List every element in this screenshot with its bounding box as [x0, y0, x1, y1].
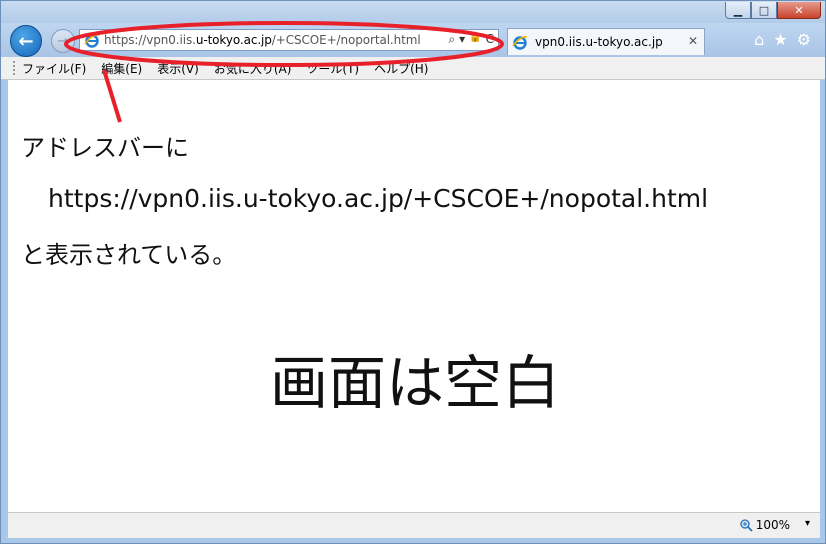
page-content: アドレスバーに https://vpn0.iis.u-tokyo.ac.jp/+…: [8, 80, 820, 512]
back-button[interactable]: ←: [10, 25, 42, 57]
address-url[interactable]: https://vpn0.iis.u-tokyo.ac.jp/+CSCOE+/n…: [104, 33, 421, 47]
zoom-control[interactable]: 100%: [740, 518, 790, 532]
menu-grip: [13, 61, 18, 75]
favorites-icon[interactable]: ★: [773, 30, 787, 49]
search-icon[interactable]: ⌕: [448, 32, 455, 47]
menu-favorites[interactable]: お気に入り(A): [214, 60, 292, 77]
menu-file[interactable]: ファイル(F): [22, 60, 86, 77]
address-bar[interactable]: https://vpn0.iis.u-tokyo.ac.jp/+CSCOE+/n…: [79, 29, 499, 51]
ie-logo-icon: [84, 34, 100, 48]
menu-edit[interactable]: 編集(E): [101, 60, 142, 77]
menu-view[interactable]: 表示(V): [157, 60, 199, 77]
navigation-bar: ← → https://vpn0.iis.u-tokyo.ac.jp/+CSCO…: [1, 23, 825, 57]
annotation-text-line1: アドレスバーに: [21, 134, 189, 162]
refresh-icon[interactable]: C: [486, 32, 494, 47]
zoom-dropdown-icon[interactable]: ▾: [805, 518, 810, 529]
menu-bar: ファイル(F) 編集(E) 表示(V) お気に入り(A) ツール(T) ヘルプ(…: [1, 57, 825, 80]
settings-icon[interactable]: ⚙: [797, 30, 811, 49]
zoom-level: 100%: [755, 518, 790, 532]
menu-help[interactable]: ヘルプ(H): [374, 60, 428, 77]
close-button[interactable]: ✕: [777, 2, 821, 19]
toolbar-buttons: ⌂ ★ ⚙: [754, 30, 811, 49]
ie-logo-icon: [512, 36, 528, 50]
browser-window: ▁ □ ✕ ← → https://vpn0.iis.u-tokyo.ac.jp…: [0, 0, 826, 544]
tab-close-icon[interactable]: ✕: [688, 34, 698, 48]
minimize-button[interactable]: ▁: [725, 2, 751, 19]
url-host: u-tokyo.ac.jp: [195, 33, 272, 47]
status-bar: 100% ▾: [8, 512, 820, 538]
menu-tools[interactable]: ツール(T): [306, 60, 359, 77]
maximize-button[interactable]: □: [751, 2, 777, 19]
home-icon[interactable]: ⌂: [754, 30, 764, 49]
lock-icon[interactable]: 🔒: [469, 32, 481, 47]
blank-screen-note: 画面は空白: [270, 349, 561, 417]
window-controls: ▁ □ ✕: [725, 2, 821, 19]
url-scheme: https://vpn0.iis.: [104, 33, 196, 47]
url-path: /+CSCOE+/noportal.html: [271, 33, 421, 47]
forward-button[interactable]: →: [51, 29, 75, 53]
tab-title: vpn0.iis.u-tokyo.ac.jp: [535, 35, 663, 49]
title-bar: ▁ □ ✕: [1, 1, 825, 23]
annotation-url-text: https://vpn0.iis.u-tokyo.ac.jp/+CSCOE+/n…: [48, 184, 709, 213]
tab-active[interactable]: vpn0.iis.u-tokyo.ac.jp ✕: [507, 28, 705, 55]
zoom-icon: [740, 518, 753, 532]
address-bar-actions: ⌕ ▾ 🔒 C: [448, 32, 494, 47]
dropdown-icon[interactable]: ▾: [459, 32, 465, 47]
annotation-text-line2: と表示されている。: [21, 241, 237, 269]
